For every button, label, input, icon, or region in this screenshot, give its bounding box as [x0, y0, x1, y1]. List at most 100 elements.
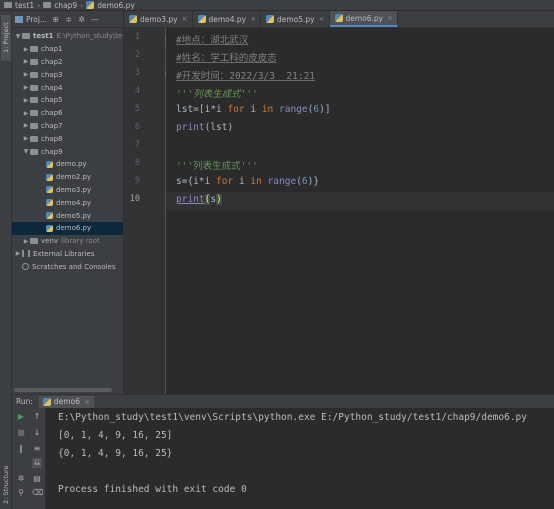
run-console[interactable]: E:\Python_study\test1\venv\Scripts\pytho…	[46, 408, 554, 509]
code-line-6: print(lst)	[176, 122, 234, 133]
tab-demo5[interactable]: demo5.py ×	[261, 11, 330, 27]
chevron-down-icon[interactable]: ▼	[22, 148, 30, 155]
code-line-9: s={i*i for i in range(6)}	[176, 176, 320, 187]
tree-item-external-libraries[interactable]: ▶ External Libraries	[12, 248, 123, 261]
editor-tab-bar: demo3.py × demo4.py × demo5.py × demo6.py ×	[124, 11, 554, 28]
python-file-icon	[129, 15, 137, 23]
line-number: 6	[134, 122, 140, 132]
project-tool-tab[interactable]: 1: Project	[1, 15, 11, 61]
gear-icon[interactable]: ✲	[77, 15, 86, 24]
tree-item-root[interactable]: ▼ test1 E:\Python_study\te	[12, 30, 123, 43]
stop-icon[interactable]: ■	[16, 428, 26, 438]
tree-item-chap2[interactable]: ▶ chap2	[12, 56, 123, 69]
line-number-gutter[interactable]: 1 2 3 4 5 6 7 8 9 10	[124, 28, 172, 394]
line-number-current: 10	[129, 194, 140, 204]
print-icon[interactable]: ▤	[32, 474, 42, 484]
folder-icon	[30, 148, 38, 155]
tree-item-demo2[interactable]: demo2.py	[12, 171, 123, 184]
console-line: [0, 1, 4, 9, 16, 25]	[58, 430, 173, 441]
code-line-1: #地点：湖北武汉	[176, 35, 249, 46]
tree-item-demo6[interactable]: demo6.py	[12, 221, 123, 235]
close-icon[interactable]: ×	[319, 15, 325, 23]
project-view-icon	[15, 15, 23, 23]
tree-item-chap8[interactable]: ▶ chap8	[12, 132, 123, 145]
python-file-icon	[46, 224, 53, 232]
chevron-right-icon[interactable]: ▶	[22, 122, 30, 129]
hide-icon[interactable]: —	[90, 15, 99, 24]
scroll-down-icon[interactable]: ↓	[32, 428, 42, 438]
tree-item-demo3[interactable]: demo3.py	[12, 184, 123, 197]
clear-icon[interactable]: ⌫	[32, 488, 43, 498]
folder-icon	[30, 110, 38, 117]
folder-icon	[30, 238, 38, 245]
chevron-right-icon[interactable]: ▶	[22, 135, 30, 142]
soft-wrap-icon[interactable]: ≡	[32, 444, 42, 454]
collapse-all-icon[interactable]: ≑	[64, 15, 73, 24]
tab-demo3[interactable]: demo3.py ×	[124, 11, 193, 27]
python-file-icon	[46, 212, 53, 220]
line-number: 9	[134, 176, 140, 186]
tree-item-demo5[interactable]: demo5.py	[12, 209, 123, 222]
folder-icon	[43, 2, 52, 8]
scroll-up-icon[interactable]: ↑	[32, 412, 42, 422]
breadcrumb-item-folder[interactable]: chap9 ›	[43, 1, 83, 10]
rerun-icon[interactable]: ▶	[16, 412, 26, 422]
locate-icon[interactable]: ⊕	[51, 15, 60, 24]
chevron-right-icon[interactable]: ▶	[22, 110, 30, 117]
pause-icon[interactable]: ‖	[16, 444, 26, 454]
folder-icon	[30, 97, 38, 104]
chevron-right-icon[interactable]: ▶	[22, 97, 30, 104]
project-view-dropdown[interactable]: Proj...	[15, 15, 47, 24]
tree-item-chap7[interactable]: ▶ chap7	[12, 120, 123, 133]
tree-item-demo[interactable]: demo.py	[12, 158, 123, 171]
chevron-down-icon[interactable]: ▼	[14, 33, 22, 40]
chevron-right-icon[interactable]: ▶	[22, 58, 30, 65]
settings-icon[interactable]: ✲	[16, 474, 26, 484]
folder-icon	[30, 135, 38, 142]
run-tab-demo6[interactable]: demo6 ×	[38, 395, 94, 408]
line-number: 5	[134, 104, 140, 114]
tree-item-scratches[interactable]: Scratches and Consoles	[12, 260, 123, 273]
structure-tool-tab[interactable]: 2: Structure	[1, 459, 11, 509]
tree-item-chap1[interactable]: ▶ chap1	[12, 43, 123, 56]
breadcrumb-item-file[interactable]: demo6.py	[86, 1, 135, 10]
code-line-3: #开发时间：2022/3/3 21:21	[176, 71, 316, 82]
code-editor[interactable]: #地点：湖北武汉 #姓名：学工科的皮皮志 #开发时间：2022/3/3 21:2…	[166, 28, 554, 394]
tree-item-chap9[interactable]: ▼ chap9	[12, 145, 123, 158]
tree-item-chap3[interactable]: ▶ chap3	[12, 68, 123, 81]
chevron-right-icon[interactable]: ▶	[22, 84, 30, 91]
folder-icon	[30, 58, 38, 65]
console-line: E:\Python_study\test1\venv\Scripts\pytho…	[58, 412, 527, 423]
tab-demo6[interactable]: demo6.py ×	[329, 11, 398, 27]
console-line: Process finished with exit code 0	[58, 484, 247, 495]
pin-icon[interactable]: ⚲	[16, 488, 26, 498]
line-number: 4	[134, 86, 140, 96]
project-horizontal-scrollbar[interactable]	[14, 388, 112, 392]
tree-item-venv[interactable]: ▶ venv library root	[12, 235, 123, 248]
python-file-icon	[46, 199, 53, 207]
close-icon[interactable]: ×	[250, 15, 256, 23]
chevron-right-icon[interactable]: ▶	[22, 46, 30, 53]
close-icon[interactable]: ×	[387, 14, 393, 22]
separator-icon: ›	[37, 0, 41, 10]
close-icon[interactable]: ×	[182, 15, 188, 23]
tree-item-chap6[interactable]: ▶ chap6	[12, 107, 123, 120]
code-line-2: #姓名：学工科的皮皮志	[176, 53, 277, 64]
line-number: 8	[134, 158, 140, 168]
tree-item-chap4[interactable]: ▶ chap4	[12, 81, 123, 94]
tree-item-demo4[interactable]: demo4.py	[12, 196, 123, 209]
chevron-right-icon[interactable]: ▶	[14, 250, 22, 257]
run-toolbar: ▶ ↑ ■ ↓ ‖ ≡ ⇊ ✲ ▤ ⚲ ⌫	[12, 408, 46, 509]
breadcrumb-item-project[interactable]: test1 ›	[4, 1, 40, 10]
python-file-icon	[46, 160, 53, 168]
close-icon[interactable]: ×	[84, 398, 90, 406]
tree-item-chap5[interactable]: ▶ chap5	[12, 94, 123, 107]
chevron-right-icon[interactable]: ▶	[22, 238, 30, 245]
chevron-right-icon[interactable]: ▶	[22, 71, 30, 78]
tab-demo4[interactable]: demo4.py ×	[193, 11, 261, 27]
scroll-to-end-icon[interactable]: ⇊	[32, 458, 42, 468]
scratches-icon	[22, 263, 29, 271]
project-toolbar: Proj... ⊕ ≑ ✲ —	[12, 11, 123, 28]
project-panel: Proj... ⊕ ≑ ✲ — ▼ test1 E:\Python_study\te…	[12, 11, 124, 394]
separator-icon: ›	[80, 0, 84, 10]
